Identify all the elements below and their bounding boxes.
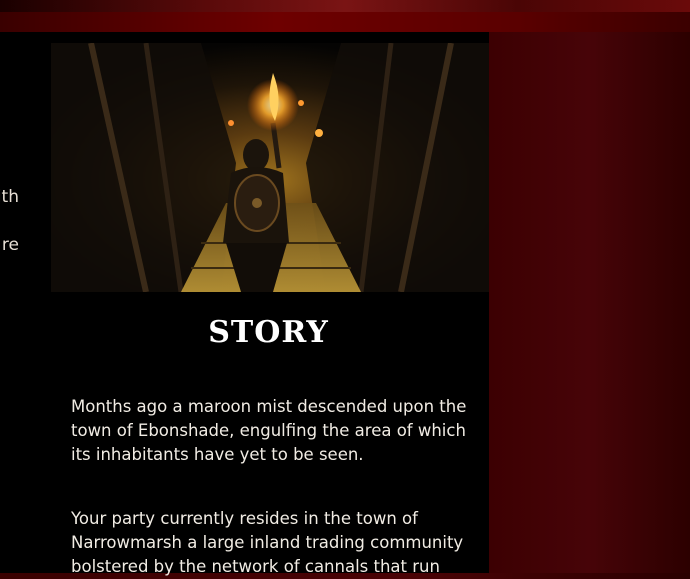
left-column-text: ith: [0, 187, 19, 207]
page-background-right: [489, 32, 690, 573]
left-column-panel: ith re: [0, 32, 36, 573]
story-paragraph: Months ago a maroon mist descended upon …: [71, 397, 467, 464]
top-banner-image: [0, 0, 690, 12]
header-strip: [0, 12, 690, 32]
story-hero-image: [51, 43, 489, 292]
story-title: STORY: [208, 315, 329, 350]
story-panel: STORY Months ago a maroon mist descended…: [36, 32, 489, 576]
story-paragraph: Your party currently resides in the town…: [71, 509, 464, 576]
left-column-text: re: [1, 235, 19, 255]
